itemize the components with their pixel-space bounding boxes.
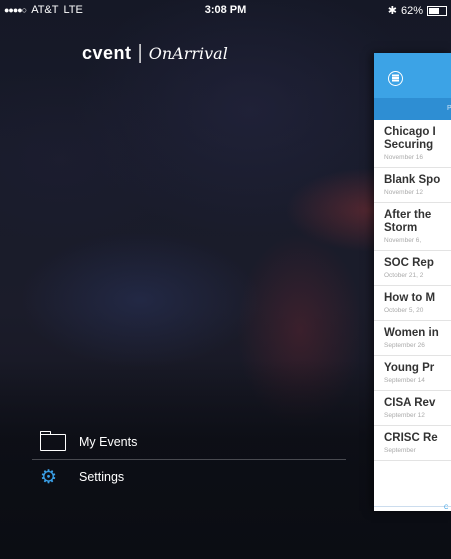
panel-tab-label[interactable]: P [447, 105, 451, 112]
event-date: September 12 [384, 412, 425, 419]
battery-percent: 62% [400, 4, 423, 17]
side-menu: My Events ⚙ Settings [32, 425, 352, 494]
event-list-item[interactable]: Blank Spo November 12 [374, 168, 451, 203]
events-panel[interactable]: P Chicago I Securing November 16 Blank Spo N… [374, 53, 451, 511]
gear-icon: ⚙ [40, 466, 58, 488]
event-date: November 12 [384, 189, 424, 196]
status-bar: ●●●●○ AT&T LTE 3:08 PM ✱ 62% [0, 0, 451, 20]
folder-icon [40, 430, 72, 451]
logo-product: OnArrival [148, 44, 228, 63]
event-title: After the [384, 209, 432, 221]
event-title: CISA Rev [384, 397, 436, 409]
bluetooth-icon: ✱ [387, 5, 397, 17]
menu-item-label: Settings [79, 470, 125, 484]
logo-separator: | [137, 42, 143, 64]
event-list-item[interactable]: Young Pr September 14 [374, 356, 451, 391]
event-date: October 5, 20 [384, 307, 424, 314]
menu-item-label: My Events [79, 435, 138, 449]
event-date: September 26 [384, 342, 425, 349]
event-title: Young Pr [384, 362, 435, 374]
status-right: ✱ 62% [388, 4, 447, 17]
event-date: September 14 [384, 377, 425, 384]
event-list-item[interactable]: After the Storm November 6, [374, 203, 451, 251]
menu-toggle-icon[interactable] [388, 71, 403, 86]
event-title: Chicago I [384, 126, 436, 138]
battery-icon [427, 5, 447, 16]
panel-footer-label[interactable]: C [444, 505, 448, 511]
event-date: November 16 [384, 154, 424, 161]
event-title: Women in [384, 327, 439, 339]
event-title: How to M [384, 292, 436, 304]
event-title: Storm [384, 222, 418, 234]
menu-item-settings[interactable]: ⚙ Settings [32, 460, 352, 494]
logo-brand: cvent [82, 43, 132, 63]
event-date: September [384, 447, 416, 454]
event-title: SOC Rep [384, 257, 434, 269]
event-title: CRISC Re [384, 432, 438, 444]
event-list-item[interactable]: Chicago I Securing November 16 [374, 120, 451, 168]
menu-item-my-events[interactable]: My Events [32, 425, 352, 459]
event-date: October 21, 2 [384, 272, 424, 279]
event-list-item[interactable]: Women in September 26 [374, 321, 451, 356]
event-list: Chicago I Securing November 16 Blank Spo Nov… [374, 120, 451, 461]
event-list-item[interactable]: CISA Rev September 12 [374, 391, 451, 426]
panel-header [374, 53, 451, 98]
event-list-item[interactable]: How to M October 5, 20 [374, 286, 451, 321]
event-date: November 6, [384, 237, 422, 244]
panel-footer: C [374, 505, 451, 511]
event-list-item[interactable]: SOC Rep October 21, 2 [374, 251, 451, 286]
event-list-item[interactable]: CRISC Re September [374, 426, 451, 461]
status-time: 3:08 PM [204, 4, 247, 16]
app-logo: cvent | OnArrival [82, 42, 228, 65]
event-title: Securing [384, 139, 434, 151]
panel-tabs: P [374, 98, 451, 120]
event-title: Blank Spo [384, 174, 441, 186]
